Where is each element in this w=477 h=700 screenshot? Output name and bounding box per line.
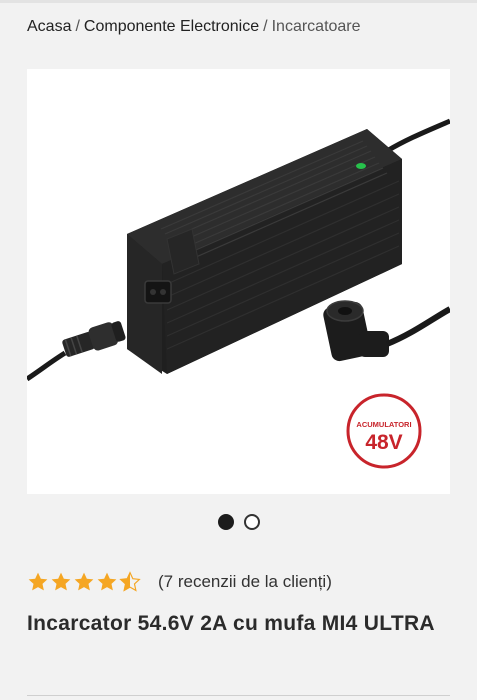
section-divider [27,695,450,696]
star-full-icon [28,572,48,591]
gallery-dot-1[interactable] [217,514,234,530]
voltage-badge: ACUMULATORI 48V [346,393,422,469]
product-rating: (7 recenzii de la clienți) [27,570,332,594]
breadcrumb: Acasa / Componente Electronice / Incarcatoar… [27,18,361,36]
product-title: Incarcator 54.6V 2A cu mufa MI4 ULTRA [27,612,435,635]
breadcrumb-separator: / [263,18,268,35]
gallery-dot-2[interactable] [243,514,260,530]
star-full-icon [51,572,71,591]
star-half-icon [119,571,141,592]
battery-charger-photo: ACUMULATORI 48V [27,118,450,469]
star-full-icon [97,572,117,591]
badge-main-text: 48V [365,431,402,454]
breadcrumb-separator: / [75,18,80,35]
gallery-pagination [0,514,477,530]
badge-top-text: ACUMULATORI [356,420,411,429]
breadcrumb-current: Incarcatoare [271,18,361,35]
breadcrumb-home-link[interactable]: Acasa [27,18,71,35]
rating-stars [27,571,142,593]
star-full-icon [74,572,94,591]
product-image-gallery[interactable]: ACUMULATORI 48V [27,69,450,494]
top-divider [0,0,477,3]
breadcrumb-category-link[interactable]: Componente Electronice [84,18,259,35]
reviews-count-link[interactable]: (7 recenzii de la clienți) [158,572,332,592]
